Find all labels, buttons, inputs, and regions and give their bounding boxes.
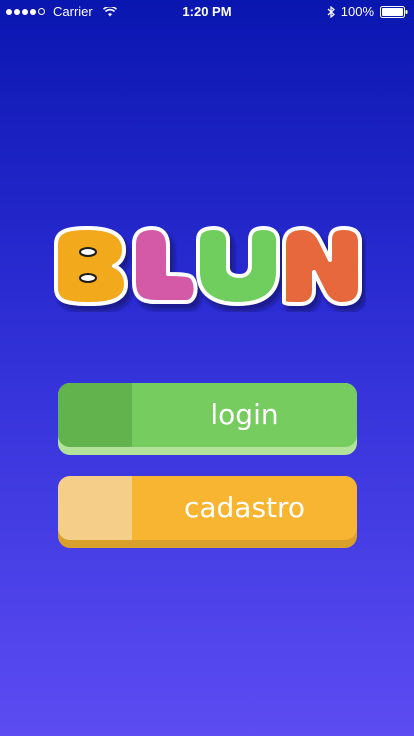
login-button-label: login — [210, 398, 279, 431]
register-button-stripe — [58, 476, 132, 540]
logo-letter-b — [54, 226, 128, 306]
register-button-face: cadastro — [58, 476, 357, 540]
battery-icon — [380, 5, 408, 18]
logo-letter-n — [282, 226, 362, 306]
blun-logo — [54, 226, 362, 306]
login-button[interactable]: login — [58, 383, 357, 455]
login-button-face: login — [58, 383, 357, 447]
status-right: 100% — [327, 4, 408, 19]
logo-letter-u — [196, 226, 280, 306]
status-bar: Carrier 1:20 PM 100% — [0, 0, 414, 22]
register-button-label: cadastro — [183, 491, 306, 524]
logo-letter-l — [132, 226, 198, 304]
bluetooth-icon — [327, 5, 335, 18]
login-button-stripe — [58, 383, 132, 447]
battery-percentage: 100% — [340, 4, 374, 19]
register-button[interactable]: cadastro — [58, 476, 357, 548]
